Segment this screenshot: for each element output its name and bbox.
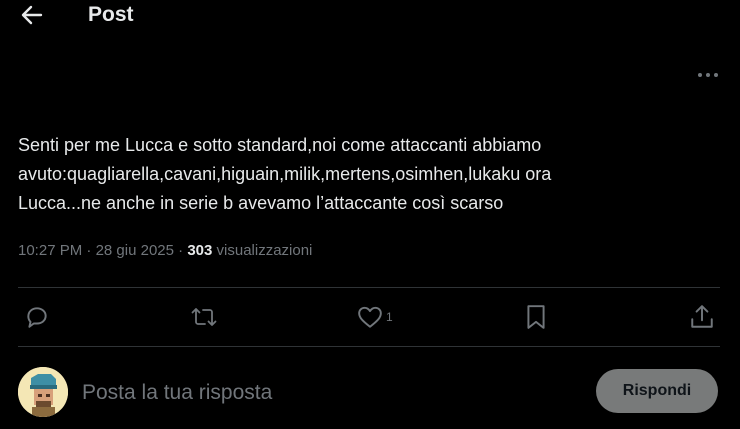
- reply-input[interactable]: [80, 377, 484, 409]
- post-time[interactable]: 10:27 PM: [18, 242, 82, 259]
- repost-button[interactable]: [190, 302, 218, 332]
- reply-icon: [27, 307, 47, 328]
- post-meta: 10:27 PM · 28 giu 2025 · 303 visualizzaz…: [18, 242, 312, 259]
- page-title: Post: [88, 3, 134, 26]
- views-label[interactable]: visualizzazioni: [217, 242, 313, 259]
- divider: [18, 346, 720, 347]
- like-count: 1: [386, 310, 393, 324]
- share-icon: [691, 305, 713, 328]
- avatar[interactable]: [18, 367, 68, 417]
- reply-button[interactable]: [24, 302, 50, 332]
- arrow-left-icon: [21, 5, 43, 25]
- more-horizontal-icon: [698, 73, 718, 77]
- meta-separator: ·: [178, 242, 184, 259]
- divider: [18, 287, 720, 288]
- post-text: Senti per me Lucca e sotto standard,noi …: [18, 135, 552, 213]
- like-button[interactable]: 1: [357, 302, 393, 332]
- post-date[interactable]: 28 giu 2025: [96, 242, 174, 259]
- bookmark-button[interactable]: [525, 302, 547, 332]
- header-bar: Post: [0, 0, 740, 34]
- back-button[interactable]: [18, 2, 46, 28]
- bookmark-icon: [527, 305, 545, 329]
- repost-icon: [191, 308, 217, 326]
- reply-composer: Rispondi: [0, 360, 740, 422]
- action-bar: 1: [0, 300, 740, 334]
- share-button[interactable]: [690, 302, 714, 332]
- heart-icon: [358, 306, 382, 328]
- more-options-button[interactable]: [694, 64, 722, 86]
- avatar-image: [18, 367, 68, 417]
- reply-submit-button[interactable]: Rispondi: [596, 369, 718, 413]
- views-count[interactable]: 303: [187, 242, 212, 259]
- meta-separator: ·: [86, 242, 92, 259]
